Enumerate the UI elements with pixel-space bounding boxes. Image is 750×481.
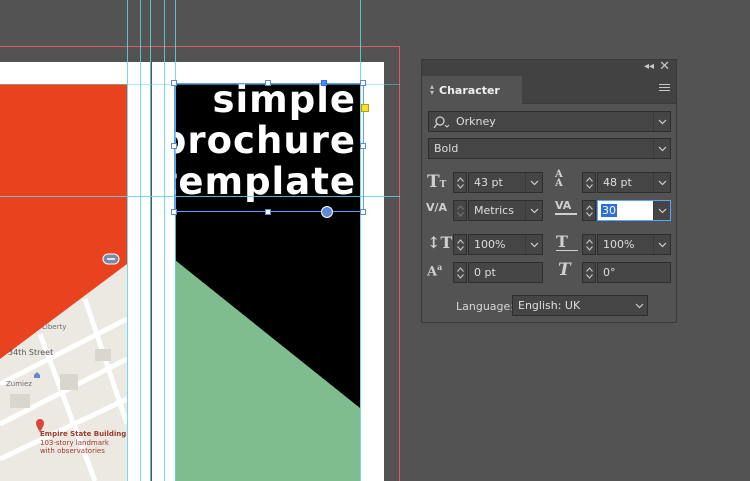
- tracking-value: 30: [601, 204, 617, 217]
- tracking-field[interactable]: 30: [597, 200, 671, 221]
- font-size-stepper[interactable]: [453, 172, 467, 193]
- resize-handle-br[interactable]: [360, 209, 366, 215]
- resize-handle-bl[interactable]: [171, 209, 177, 215]
- map-label-empire-desc1: 103-story landmark: [40, 439, 109, 447]
- anchored-object-icon[interactable]: [321, 206, 333, 218]
- live-corner-handle[interactable]: [361, 104, 369, 112]
- skew-stepper[interactable]: [582, 262, 596, 283]
- vertical-scale-value: 100%: [474, 238, 506, 251]
- guide-horizontal[interactable]: [0, 84, 400, 85]
- vertical-scale-field[interactable]: 100%: [468, 234, 543, 255]
- map-label-empire-desc2: with observatories: [40, 447, 105, 455]
- font-family-dropdown[interactable]: Orkney: [428, 111, 671, 132]
- leading-field[interactable]: 48 pt: [597, 172, 671, 193]
- chevron-down-icon[interactable]: [525, 235, 542, 254]
- chevron-down-icon[interactable]: [653, 112, 670, 131]
- horizontal-scale-stepper[interactable]: [582, 234, 596, 255]
- map-image[interactable]: [0, 84, 127, 481]
- baseline-shift-value: 0 pt: [474, 266, 496, 279]
- chevron-down-icon[interactable]: [631, 296, 647, 315]
- guide-vertical[interactable]: [140, 0, 141, 481]
- font-style-dropdown[interactable]: Bold: [428, 138, 671, 159]
- resize-handle-tr[interactable]: [360, 80, 366, 86]
- guide-horizontal[interactable]: [0, 196, 400, 197]
- resize-handle-mr[interactable]: [360, 143, 366, 149]
- horizontal-scale-value: 100%: [603, 238, 635, 251]
- chevron-down-icon[interactable]: [653, 139, 670, 158]
- vertical-scale-icon: ↕T: [427, 233, 453, 252]
- kerning-field[interactable]: Metrics: [468, 200, 543, 221]
- guide-vertical[interactable]: [164, 0, 165, 481]
- font-size-field[interactable]: 43 pt: [468, 172, 543, 193]
- map-label-empire: Empire State Building: [40, 430, 127, 438]
- link-icon[interactable]: [102, 253, 120, 265]
- chevron-down-icon[interactable]: [653, 235, 670, 254]
- baseline-shift-icon: Aa: [427, 262, 443, 280]
- resize-handle-tl[interactable]: [171, 80, 177, 86]
- bleed-line-right: [399, 46, 400, 481]
- font-family-value: Orkney: [456, 115, 496, 128]
- kerning-stepper[interactable]: [453, 200, 467, 221]
- panel-tabbar: ▴ ▾ Character: [422, 76, 676, 104]
- guide-vertical[interactable]: [150, 0, 151, 481]
- font-style-value: Bold: [434, 142, 459, 155]
- map-label-34th: 34th Street: [8, 348, 54, 357]
- font-size-icon: TT: [427, 172, 447, 192]
- skew-icon: T: [558, 260, 571, 280]
- guide-vertical[interactable]: [360, 0, 361, 481]
- chevron-down-icon[interactable]: [525, 173, 542, 192]
- double-chevron-left-icon[interactable]: ◂◂: [644, 61, 654, 72]
- tab-character[interactable]: ▴ ▾ Character: [422, 76, 522, 104]
- resize-handle-tm[interactable]: [265, 80, 271, 86]
- updown-arrows-icon: ▴ ▾: [430, 82, 435, 97]
- skew-field[interactable]: 0°: [597, 262, 671, 283]
- tab-character-label: Character: [439, 83, 500, 97]
- red-color-block[interactable]: Liberty 34th Street Zumiez Empire State …: [0, 84, 127, 481]
- language-value: English: UK: [518, 299, 581, 312]
- bleed-line-top: [0, 46, 400, 47]
- character-panel[interactable]: ◂◂ ✕ ▴ ▾ Character Orkney Bold TT 43 pt A…: [421, 59, 677, 323]
- font-size-value: 43 pt: [474, 176, 503, 189]
- chevron-down-icon[interactable]: [653, 201, 670, 220]
- kerning-icon: V/A: [426, 201, 448, 214]
- tracking-icon: VA: [555, 199, 577, 215]
- language-label: Language:: [456, 300, 514, 313]
- black-color-block[interactable]: simple brochure template: [175, 84, 360, 481]
- chevron-down-icon[interactable]: [653, 173, 670, 192]
- map-label-liberty: Liberty: [42, 323, 67, 331]
- leading-icon: AA: [555, 169, 563, 189]
- horizontal-scale-field[interactable]: 100%: [597, 234, 671, 255]
- resize-handle-ml[interactable]: [171, 143, 177, 149]
- guide-vertical[interactable]: [175, 0, 176, 481]
- tracking-stepper[interactable]: [582, 200, 596, 221]
- hamburger-menu-icon[interactable]: [659, 84, 670, 93]
- map-label-zumiez: Zumiez: [6, 380, 32, 388]
- search-icon: [433, 115, 450, 128]
- vertical-scale-stepper[interactable]: [453, 234, 467, 255]
- resize-handle-bm[interactable]: [265, 209, 271, 215]
- kerning-value: Metrics: [474, 204, 514, 217]
- title-line-2[interactable]: brochure: [175, 121, 356, 161]
- close-icon[interactable]: ✕: [659, 59, 670, 74]
- baseline-shift-stepper[interactable]: [453, 262, 467, 283]
- horizontal-scale-icon: T: [556, 232, 578, 251]
- chevron-down-icon[interactable]: [525, 201, 542, 220]
- skew-value: 0°: [603, 266, 616, 279]
- language-dropdown[interactable]: English: UK: [512, 295, 648, 316]
- baseline-shift-field[interactable]: 0 pt: [468, 262, 543, 283]
- leading-value: 48 pt: [603, 176, 632, 189]
- guide-vertical[interactable]: [127, 0, 128, 481]
- leading-stepper[interactable]: [582, 172, 596, 193]
- panel-titlebar[interactable]: ◂◂ ✕: [422, 59, 676, 76]
- in-port-handle[interactable]: [321, 80, 327, 86]
- title-line-1[interactable]: simple: [212, 84, 356, 120]
